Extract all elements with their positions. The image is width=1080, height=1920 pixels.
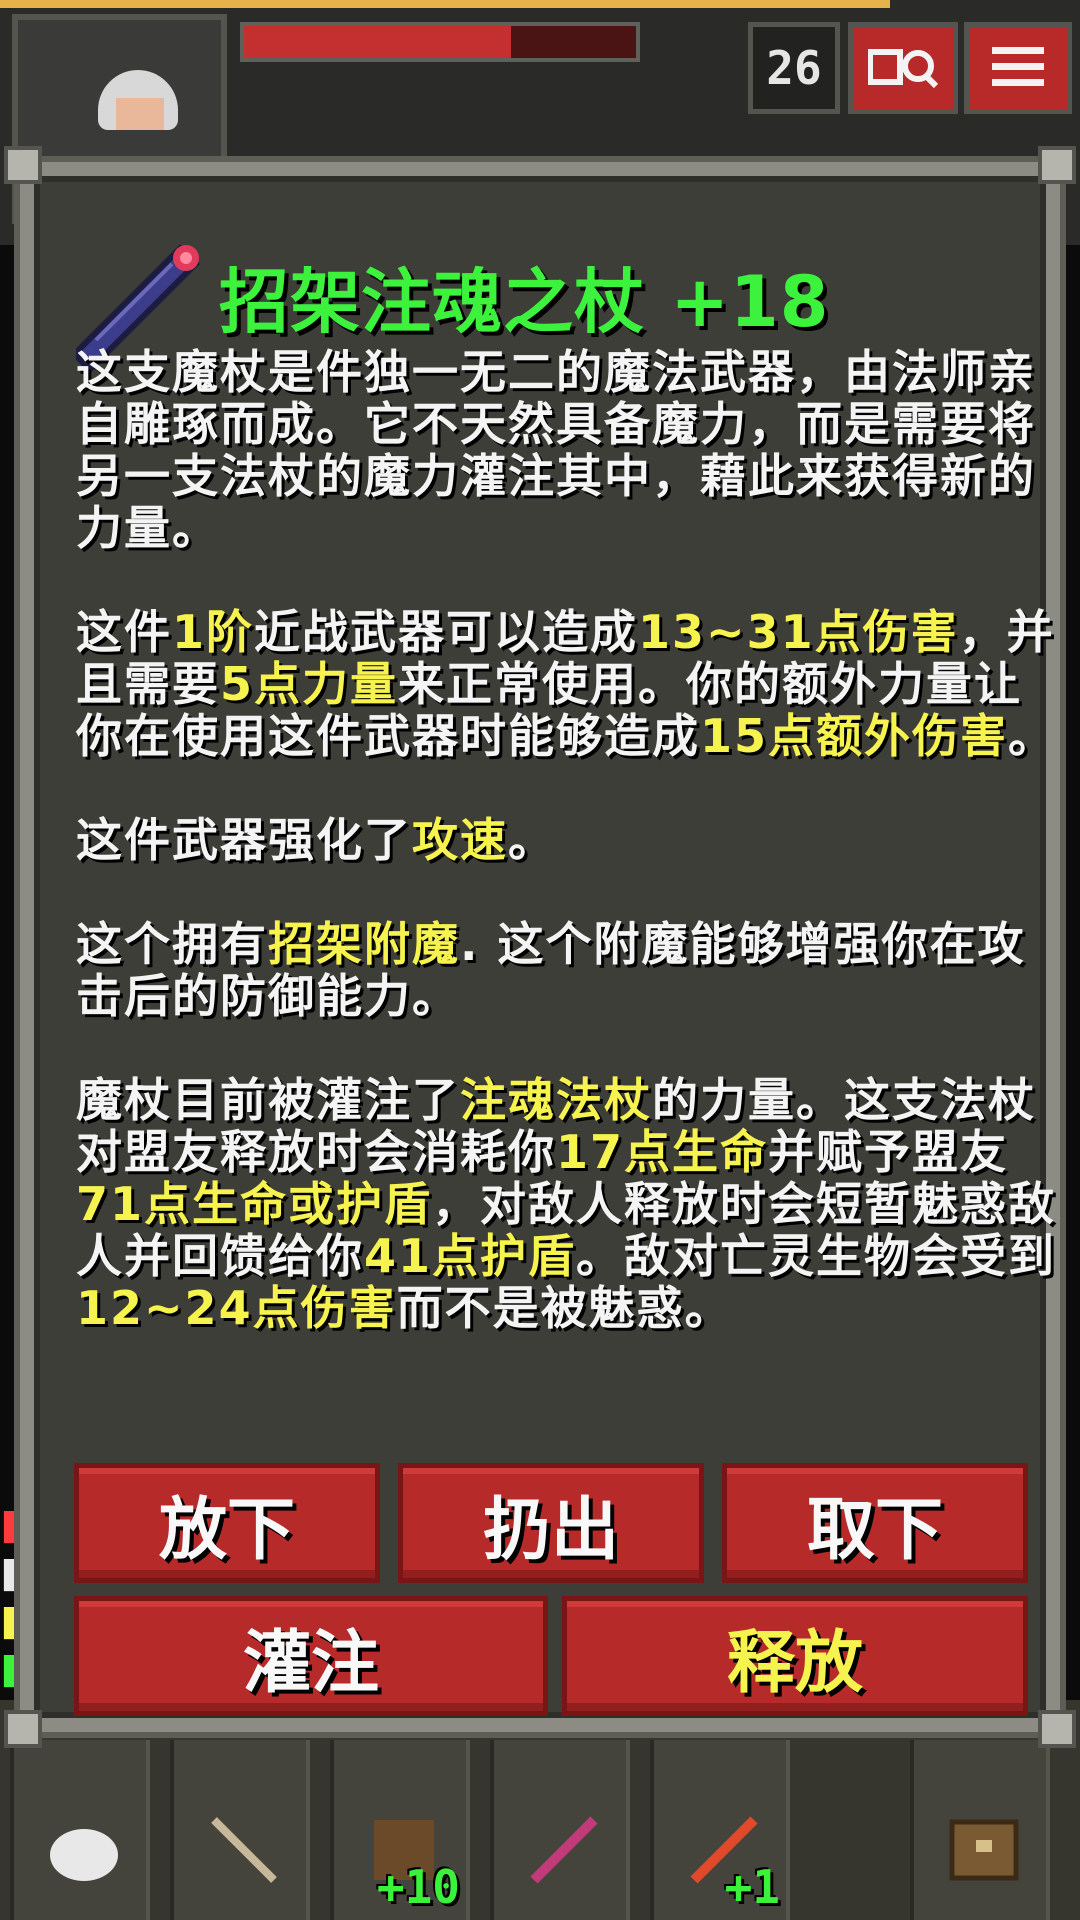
throw-button-label: 扔出: [482, 1490, 619, 1570]
unequip-button[interactable]: 取下: [722, 1463, 1028, 1583]
drop-button-label: 放下: [158, 1490, 295, 1570]
highlight-text: 5点力量: [220, 657, 399, 711]
description-text: 这件: [76, 605, 172, 659]
menu-button[interactable]: [964, 22, 1072, 114]
wand-icon: [530, 1816, 598, 1884]
highlight-text: 1阶: [172, 605, 255, 659]
quickslot-toolbar: +10 +1: [0, 1700, 1080, 1920]
health-bar: [240, 22, 640, 62]
throw-button[interactable]: 扔出: [398, 1463, 704, 1583]
window-corner: [1038, 146, 1076, 184]
highlight-text: 15点额外伤害: [700, 709, 1009, 763]
depth-indicator: 26: [748, 22, 840, 114]
window-corner: [1038, 1710, 1076, 1748]
window-corner: [4, 146, 42, 184]
experience-bar: [0, 0, 890, 8]
unequip-button-label: 取下: [806, 1490, 943, 1570]
description-text: 。: [1008, 709, 1057, 763]
quickslot-2[interactable]: [170, 1740, 310, 1920]
window-corner: [4, 1710, 42, 1748]
imbue-button[interactable]: 灌注: [74, 1596, 548, 1716]
highlight-text: 41点护盾: [364, 1229, 577, 1283]
item-info-window: 招架注魂之杖 +18 这支魔杖是件独一无二的魔法武器，由法师亲自雕琢而成。它不天…: [4, 146, 1076, 1748]
journal-icon: [868, 49, 938, 88]
quickslot-1[interactable]: [10, 1740, 150, 1920]
quickslot-3[interactable]: +10: [330, 1740, 470, 1920]
highlight-text: 17点生命: [556, 1125, 769, 1179]
description-paragraph: 这支魔杖是件独一无二的魔法武器，由法师亲自雕琢而成。它不天然具备魔力，而是需要将…: [76, 346, 1056, 554]
backpack-button[interactable]: [910, 1740, 1050, 1920]
quickslot-5[interactable]: +1: [650, 1740, 790, 1920]
backpack-icon: [949, 1819, 1019, 1881]
pickaxe-icon: [211, 1817, 277, 1883]
description-paragraph: 这件1阶近战武器可以造成13~31点伤害，并且需要5点力量来正常使用。你的额外力…: [76, 606, 1056, 762]
description-text: 这支魔杖是件独一无二的魔法武器，由法师亲自雕琢而成。它不天然具备魔力，而是需要将…: [76, 345, 1036, 555]
journal-button[interactable]: [848, 22, 958, 114]
description-text: 而不是被魅惑。: [396, 1281, 733, 1335]
highlight-text: 注魂法杖: [460, 1073, 652, 1127]
description-text: 并赋予盟友: [768, 1125, 1009, 1179]
description-paragraph: 这个拥有招架附魔. 这个附魔能够增强你在攻击后的防御能力。: [76, 918, 1056, 1022]
description-paragraph: 魔杖目前被灌注了注魂法杖的力量。这支法杖对盟友释放时会消耗你17点生命并赋予盟友…: [76, 1074, 1056, 1334]
zap-button[interactable]: 释放: [562, 1596, 1028, 1716]
highlight-text: 13~31点伤害: [638, 605, 959, 659]
drop-button[interactable]: 放下: [74, 1463, 380, 1583]
description-text: 这件武器强化了: [76, 813, 412, 867]
upgrade-badge: +10: [376, 1860, 460, 1914]
upgrade-badge: +1: [724, 1860, 780, 1914]
menu-icon: [992, 47, 1044, 86]
highlight-text: 招架附魔: [268, 917, 460, 971]
item-title: 招架注魂之杖 +18: [219, 261, 830, 343]
item-description: 这支魔杖是件独一无二的魔法武器，由法师亲自雕琢而成。它不天然具备魔力，而是需要将…: [76, 346, 1056, 1334]
highlight-text: 71点生命或护盾: [76, 1177, 433, 1231]
ration-icon: [50, 1829, 118, 1881]
health-bar-fill: [244, 26, 511, 58]
description-text: 这个拥有: [76, 917, 268, 971]
description-text: 魔杖目前被灌注了: [76, 1073, 460, 1127]
highlight-text: 12~24点伤害: [76, 1281, 397, 1335]
description-text: 。敌对亡灵生物会受到: [576, 1229, 1057, 1283]
quickslot-4[interactable]: [490, 1740, 630, 1920]
description-text: 。: [508, 813, 556, 867]
imbue-button-label: 灌注: [242, 1623, 379, 1703]
description-paragraph: 这件武器强化了攻速。: [76, 814, 1056, 866]
highlight-text: 攻速: [412, 813, 508, 867]
zap-button-label: 释放: [726, 1623, 863, 1703]
description-text: 近战武器可以造成: [254, 605, 639, 659]
hero-face: [116, 98, 164, 130]
